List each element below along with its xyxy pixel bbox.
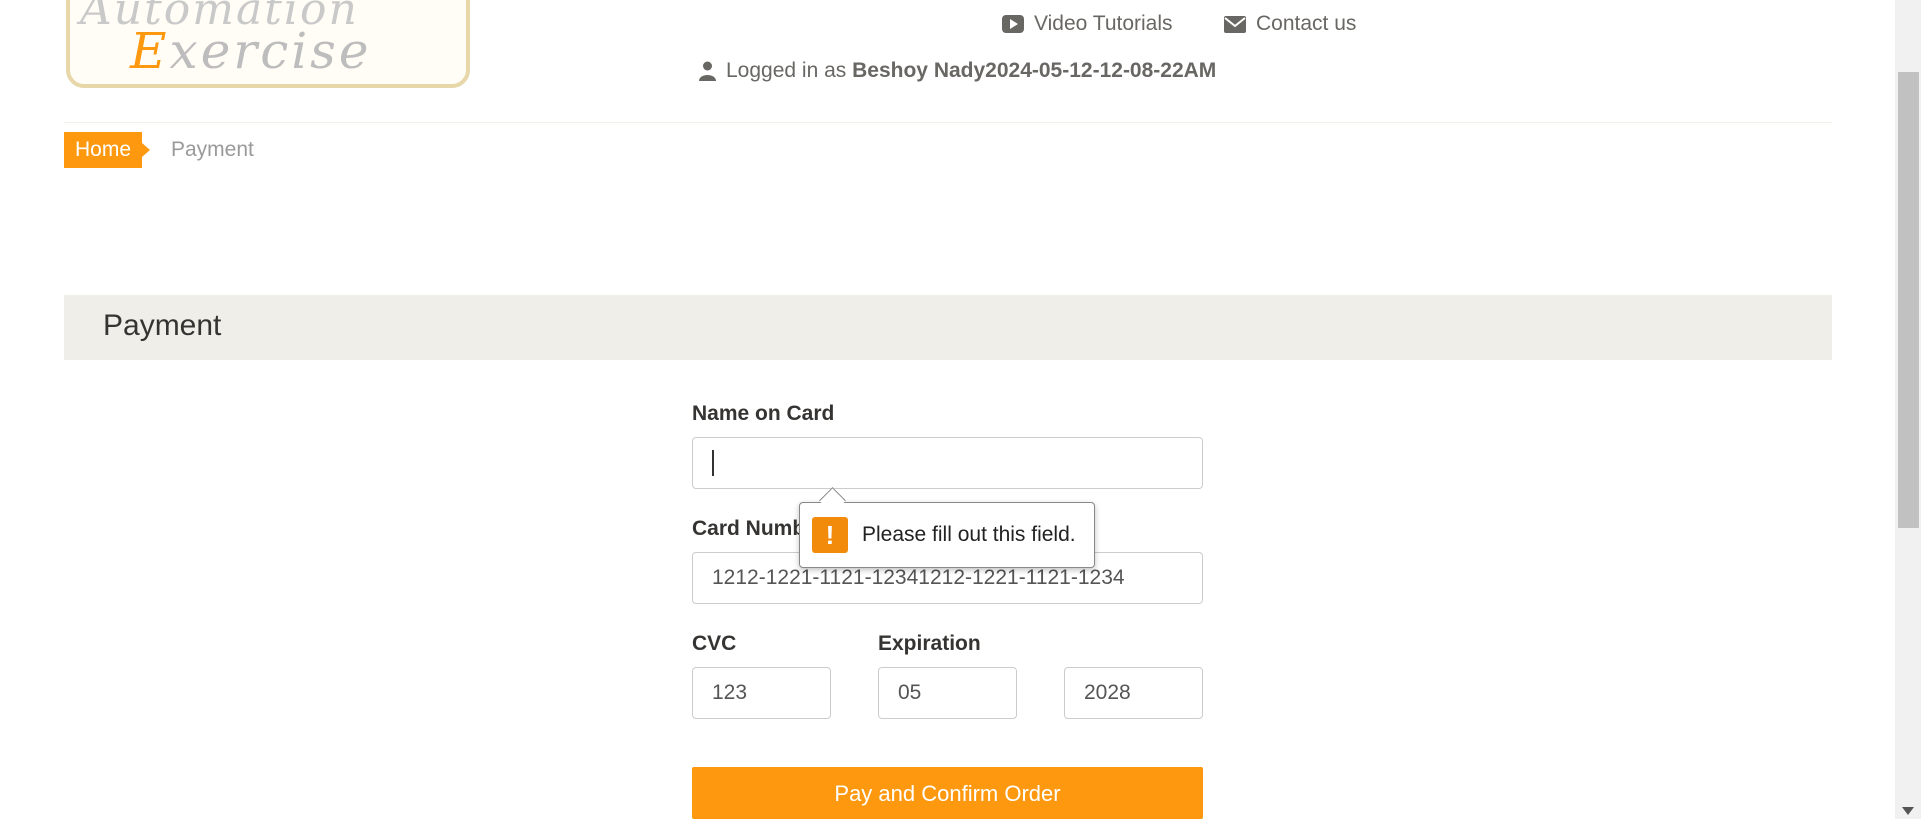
pay-and-confirm-button[interactable]: Pay and Confirm Order xyxy=(692,767,1203,819)
logged-in-prefix: Logged in as xyxy=(726,59,847,82)
nav-video-tutorials[interactable]: Video Tutorials xyxy=(1002,12,1173,36)
scrollbar-thumb[interactable] xyxy=(1898,72,1919,528)
youtube-play-icon xyxy=(1002,15,1024,33)
user-icon xyxy=(699,61,716,81)
page-title: Payment xyxy=(103,309,222,342)
logged-in-username: Beshoy Nady2024-05-12-12-08-22AM xyxy=(852,59,1217,82)
cvc-label: CVC xyxy=(692,632,737,655)
name-on-card-label: Name on Card xyxy=(692,402,835,425)
validation-message: Please fill out this field. xyxy=(862,523,1076,546)
envelope-icon xyxy=(1224,15,1246,33)
name-on-card-input[interactable] xyxy=(692,437,1203,489)
expiration-year-input[interactable]: 2028 xyxy=(1064,667,1203,719)
warning-icon: ! xyxy=(812,517,848,553)
cvc-input[interactable]: 123 xyxy=(692,667,831,719)
nav-contact-us-label: Contact us xyxy=(1256,12,1357,35)
expiration-month-input[interactable]: 05 xyxy=(878,667,1017,719)
header-divider xyxy=(64,122,1832,123)
logo-line2: Exercise xyxy=(130,22,372,80)
breadcrumb-current: Payment xyxy=(171,138,254,161)
payment-heading-band: Payment xyxy=(64,295,1832,360)
nav-video-tutorials-label: Video Tutorials xyxy=(1034,12,1173,35)
vertical-scrollbar[interactable] xyxy=(1895,0,1921,819)
text-caret xyxy=(712,450,714,477)
expiration-label: Expiration xyxy=(878,632,981,655)
validation-tooltip: ! Please fill out this field. xyxy=(799,502,1095,568)
breadcrumb-home[interactable]: Home xyxy=(64,132,151,168)
nav-contact-us[interactable]: Contact us xyxy=(1224,12,1356,36)
scroll-down-arrow-icon[interactable] xyxy=(1902,807,1914,815)
logged-in-status: Logged in as Beshoy Nady2024-05-12-12-08… xyxy=(699,59,1216,83)
site-logo[interactable]: Automation Exercise xyxy=(66,0,470,88)
